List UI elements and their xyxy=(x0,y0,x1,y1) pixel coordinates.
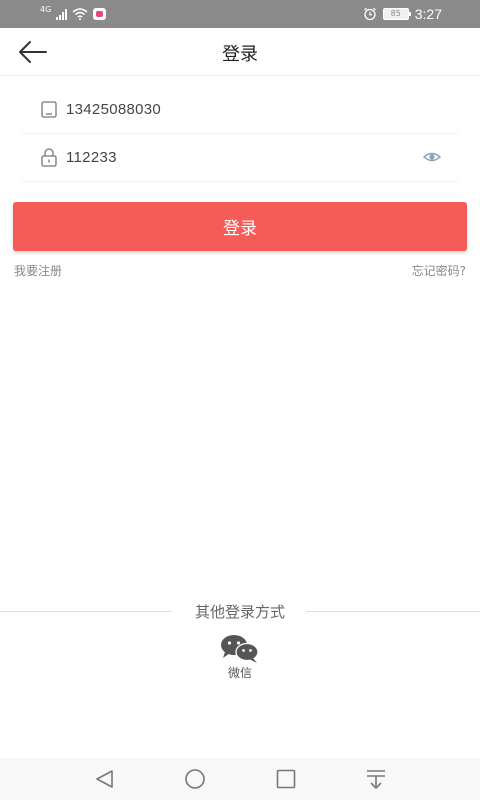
wifi-icon xyxy=(72,8,88,20)
network-type: 4G xyxy=(40,5,52,14)
status-bar: 4G 85 3:27 xyxy=(0,0,480,28)
nav-home-button[interactable] xyxy=(182,767,208,791)
password-input[interactable] xyxy=(66,142,406,172)
phone-input[interactable] xyxy=(66,94,406,124)
wechat-label: 微信 xyxy=(227,666,252,680)
phone-icon xyxy=(41,101,57,118)
show-password-toggle[interactable] xyxy=(422,147,442,167)
home-circle-icon xyxy=(185,769,205,789)
nav-notification-button[interactable] xyxy=(363,767,389,791)
register-link[interactable]: 我要注册 xyxy=(14,262,62,279)
wechat-login-button[interactable]: 微信 xyxy=(214,634,266,682)
other-login-title: 其他登录方式 xyxy=(194,603,285,621)
status-right: 85 3:27 xyxy=(363,5,442,23)
page-title: 登录 xyxy=(222,44,258,65)
phone-field-row xyxy=(22,84,458,134)
forgot-password-link[interactable]: 忘记密码? xyxy=(412,262,466,279)
clock: 3:27 xyxy=(414,6,442,22)
app-notification-icon xyxy=(93,8,107,20)
app-header: 登录 xyxy=(0,28,480,76)
notification-pulldown-icon xyxy=(367,770,385,790)
battery-icon: 85 xyxy=(382,8,411,20)
nav-back-button[interactable] xyxy=(92,767,118,791)
nav-recents-button[interactable] xyxy=(273,767,299,791)
wechat-icon xyxy=(221,635,259,663)
status-left: 4G xyxy=(40,5,107,22)
lock-icon xyxy=(41,148,57,167)
login-button[interactable]: 登录 xyxy=(13,202,467,251)
alarm-icon xyxy=(363,7,376,21)
recents-square-icon xyxy=(276,769,296,789)
signal-icon xyxy=(56,8,68,20)
eye-icon xyxy=(422,152,442,162)
back-triangle-icon xyxy=(96,770,113,788)
password-field-row xyxy=(22,132,458,182)
battery-level: 85 xyxy=(390,9,401,18)
system-nav-bar xyxy=(0,758,480,800)
